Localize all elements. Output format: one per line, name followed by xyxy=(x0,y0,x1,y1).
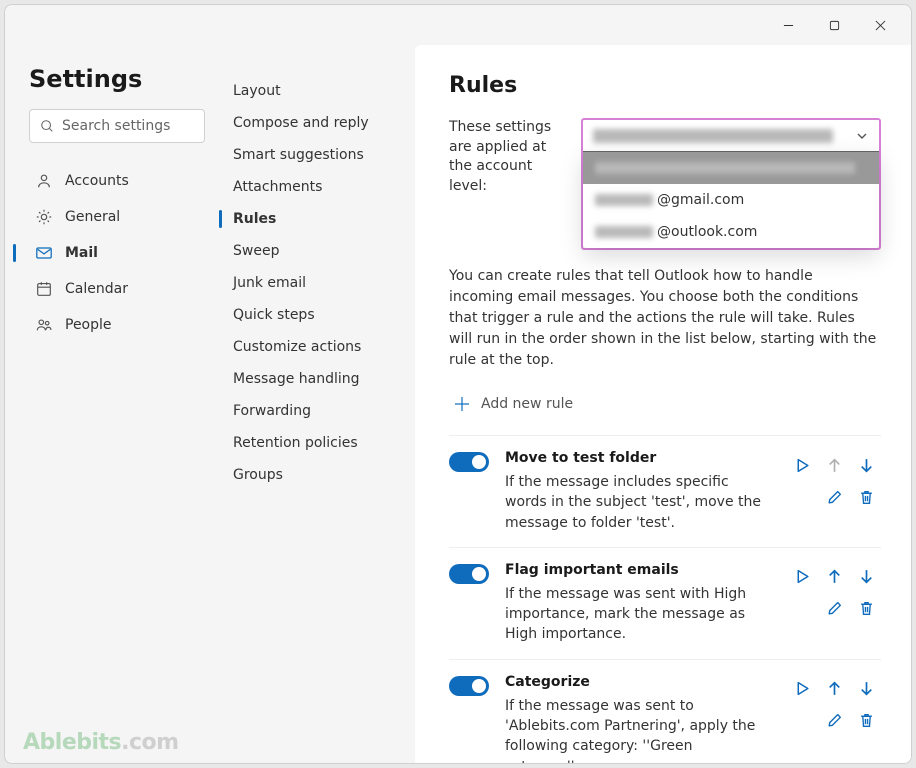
rule-row: Move to test folder If the message includ… xyxy=(449,435,881,547)
settings-window: Settings Accounts General Mail xyxy=(4,4,912,764)
nav-calendar[interactable]: Calendar xyxy=(29,271,203,307)
rule-description: If the message was sent with High import… xyxy=(505,584,765,645)
rule-title: Categorize xyxy=(505,674,771,690)
search-input[interactable] xyxy=(62,118,236,134)
search-icon xyxy=(40,119,54,133)
rule-toggle[interactable] xyxy=(449,452,489,472)
rule-toggle[interactable] xyxy=(449,676,489,696)
run-rule-button[interactable] xyxy=(787,674,817,704)
nav-label: Mail xyxy=(65,245,98,261)
maximize-button[interactable] xyxy=(811,9,857,41)
sidebar-primary: Settings Accounts General Mail xyxy=(5,45,215,763)
minimize-icon xyxy=(783,20,794,31)
nav-people[interactable]: People xyxy=(29,307,203,343)
account-option[interactable]: @outlook.com xyxy=(583,216,879,248)
chevron-down-icon xyxy=(855,129,869,143)
calendar-icon xyxy=(35,280,53,298)
mid-rules[interactable]: Rules xyxy=(223,203,407,235)
close-button[interactable] xyxy=(857,9,903,41)
mail-icon xyxy=(35,244,53,262)
rule-description: If the message includes specific words i… xyxy=(505,472,765,533)
edit-rule-button[interactable] xyxy=(819,706,849,736)
nav-label: People xyxy=(65,317,112,333)
person-icon xyxy=(35,172,53,190)
gear-icon xyxy=(35,208,53,226)
nav-label: Calendar xyxy=(65,281,128,297)
search-input-wrap[interactable] xyxy=(29,109,205,143)
move-down-button[interactable] xyxy=(851,674,881,704)
rule-actions xyxy=(787,450,881,533)
account-select-highlight: @gmail.com @outlook.com xyxy=(581,118,881,250)
mid-list: Layout Compose and reply Smart suggestio… xyxy=(223,75,407,491)
maximize-icon xyxy=(829,20,840,31)
add-rule-label: Add new rule xyxy=(481,396,573,412)
nav-label: General xyxy=(65,209,120,225)
rule-toggle[interactable] xyxy=(449,564,489,584)
mid-retention-policies[interactable]: Retention policies xyxy=(223,427,407,459)
mid-sweep[interactable]: Sweep xyxy=(223,235,407,267)
edit-rule-button[interactable] xyxy=(819,482,849,512)
watermark: Ablebits.com xyxy=(23,730,179,755)
account-option[interactable]: @gmail.com xyxy=(583,184,879,216)
content-panel: Rules These settings are applied at the … xyxy=(415,45,911,763)
run-rule-button[interactable] xyxy=(787,562,817,592)
rule-body: Move to test folder If the message includ… xyxy=(505,450,771,533)
minimize-button[interactable] xyxy=(765,9,811,41)
account-row: These settings are applied at the accoun… xyxy=(449,118,881,250)
rule-description: If the message was sent to 'Ablebits.com… xyxy=(505,696,765,763)
rule-title: Move to test folder xyxy=(505,450,771,466)
nav-list: Accounts General Mail Calendar People xyxy=(29,163,203,343)
account-label: These settings are applied at the accoun… xyxy=(449,118,567,196)
plus-icon xyxy=(453,395,471,413)
close-icon xyxy=(875,20,886,31)
delete-rule-button[interactable] xyxy=(851,706,881,736)
spacer xyxy=(787,594,817,624)
settings-title: Settings xyxy=(29,65,203,93)
rules-description: You can create rules that tell Outlook h… xyxy=(449,266,881,371)
content-heading: Rules xyxy=(449,73,881,98)
mid-forwarding[interactable]: Forwarding xyxy=(223,395,407,427)
rule-title: Flag important emails xyxy=(505,562,771,578)
spacer xyxy=(787,482,817,512)
sidebar-secondary: Layout Compose and reply Smart suggestio… xyxy=(215,45,415,763)
rule-actions xyxy=(787,674,881,763)
rule-row: Categorize If the message was sent to 'Ab… xyxy=(449,659,881,763)
account-option[interactable] xyxy=(583,152,879,184)
people-icon xyxy=(35,316,53,334)
mid-layout[interactable]: Layout xyxy=(223,75,407,107)
account-dropdown: @gmail.com @outlook.com xyxy=(583,152,879,248)
nav-general[interactable]: General xyxy=(29,199,203,235)
run-rule-button[interactable] xyxy=(787,450,817,480)
window-titlebar xyxy=(5,5,911,45)
mid-smart-suggestions[interactable]: Smart suggestions xyxy=(223,139,407,171)
rule-body: Categorize If the message was sent to 'Ab… xyxy=(505,674,771,763)
spacer xyxy=(787,706,817,736)
nav-mail[interactable]: Mail xyxy=(29,235,203,271)
mid-compose[interactable]: Compose and reply xyxy=(223,107,407,139)
move-up-button[interactable] xyxy=(819,562,849,592)
delete-rule-button[interactable] xyxy=(851,482,881,512)
delete-rule-button[interactable] xyxy=(851,594,881,624)
nav-label: Accounts xyxy=(65,173,129,189)
mid-groups[interactable]: Groups xyxy=(223,459,407,491)
mid-message-handling[interactable]: Message handling xyxy=(223,363,407,395)
rule-row: Flag important emails If the message was … xyxy=(449,547,881,659)
rule-actions xyxy=(787,562,881,645)
add-rule-button[interactable]: Add new rule xyxy=(449,389,881,419)
mid-junk-email[interactable]: Junk email xyxy=(223,267,407,299)
move-up-button xyxy=(819,450,849,480)
mid-customize-actions[interactable]: Customize actions xyxy=(223,331,407,363)
edit-rule-button[interactable] xyxy=(819,594,849,624)
move-down-button[interactable] xyxy=(851,450,881,480)
account-select-value xyxy=(593,129,833,143)
rules-list: Move to test folder If the message includ… xyxy=(449,435,881,763)
account-select[interactable] xyxy=(583,120,879,152)
mid-quick-steps[interactable]: Quick steps xyxy=(223,299,407,331)
move-down-button[interactable] xyxy=(851,562,881,592)
nav-accounts[interactable]: Accounts xyxy=(29,163,203,199)
rule-body: Flag important emails If the message was … xyxy=(505,562,771,645)
move-up-button[interactable] xyxy=(819,674,849,704)
mid-attachments[interactable]: Attachments xyxy=(223,171,407,203)
window-body: Settings Accounts General Mail xyxy=(5,45,911,763)
